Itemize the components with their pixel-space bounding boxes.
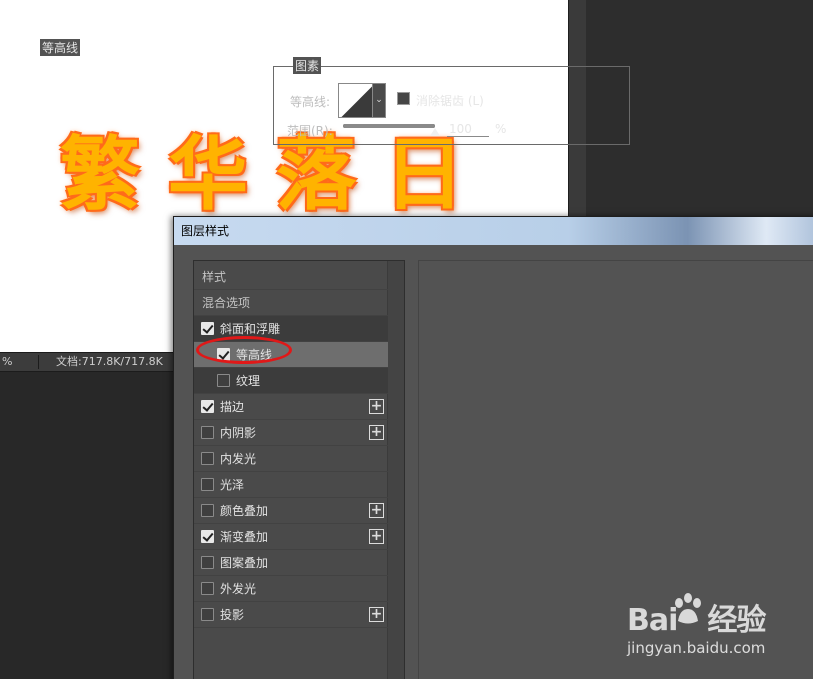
add-style-plus-icon[interactable]: + <box>369 399 384 414</box>
style-item-checkbox[interactable] <box>201 530 214 543</box>
style-item-label: 颜色叠加 <box>220 504 269 518</box>
style-item-13[interactable]: 外发光 <box>194 576 388 602</box>
section-title: 等高线 <box>40 39 81 56</box>
group-title: 图素 <box>293 57 322 74</box>
style-item-label: 样式 <box>202 270 227 284</box>
style-item-label: 光泽 <box>220 478 245 492</box>
antialias-label: 消除锯齿 (L) <box>416 94 484 108</box>
style-item-label: 外发光 <box>220 582 257 596</box>
range-slider[interactable] <box>343 124 440 136</box>
style-item-label: 图案叠加 <box>220 556 269 570</box>
style-item-checkbox[interactable] <box>217 374 230 387</box>
style-item-label: 描边 <box>220 400 245 414</box>
red-annotation-circle <box>196 336 292 364</box>
style-item-11[interactable]: 渐变叠加 + <box>194 524 388 550</box>
style-item-10[interactable]: 颜色叠加 + <box>194 498 388 524</box>
style-item-2[interactable]: 混合选项 <box>194 290 388 316</box>
style-item-label: 斜面和浮雕 <box>220 322 281 336</box>
range-label: 范围(R): <box>287 124 333 138</box>
add-style-plus-icon[interactable]: + <box>369 503 384 518</box>
document-size-readout[interactable]: 文档:717.8K/717.8K <box>56 353 163 371</box>
baidu-paw-icon <box>675 593 701 624</box>
style-item-6[interactable]: 描边 + <box>194 394 388 420</box>
style-item-checkbox[interactable] <box>201 582 214 595</box>
photoshop-workspace: 繁华落日 % 文档:717.8K/717.8K 图层样式 样式 混合选项 斜面和浮雕… <box>0 0 813 679</box>
add-style-plus-icon[interactable]: + <box>369 607 384 622</box>
style-item-label: 混合选项 <box>202 296 251 310</box>
watermark-url: jingyan.baidu.com <box>627 639 766 657</box>
antialias-checkbox[interactable] <box>397 92 410 105</box>
status-divider <box>38 355 39 369</box>
range-slider-thumb[interactable] <box>430 128 440 136</box>
style-item-label: 内阴影 <box>220 426 257 440</box>
style-item-9[interactable]: 光泽 <box>194 472 388 498</box>
baidu-jingyan-watermark: Bai 经验 jingyan.baidu.com <box>627 593 777 660</box>
contour-preview-thumbnail[interactable] <box>338 83 373 118</box>
status-bar: % 文档:717.8K/717.8K <box>0 352 175 372</box>
style-item-label: 投影 <box>220 608 245 622</box>
style-item-checkbox[interactable] <box>201 426 214 439</box>
contour-dropdown-chevron-icon[interactable]: ⌄ <box>373 83 386 118</box>
dialog-titlebar[interactable]: 图层样式 <box>174 217 813 245</box>
style-item-1[interactable]: 样式 <box>194 264 388 290</box>
styles-list-scrollbar[interactable] <box>387 261 404 679</box>
style-item-label: 渐变叠加 <box>220 530 269 544</box>
dialog-title: 图层样式 <box>181 224 230 238</box>
styles-list: 样式 混合选项 斜面和浮雕 等高线 纹理 描边 + 内阴影 + 内发光 光泽 颜色叠加 + 渐变叠加 + 图案… <box>193 260 405 679</box>
add-style-plus-icon[interactable]: + <box>369 529 384 544</box>
style-item-14[interactable]: 投影 + <box>194 602 388 628</box>
style-item-checkbox[interactable] <box>201 400 214 413</box>
style-item-checkbox[interactable] <box>201 478 214 491</box>
style-item-checkbox[interactable] <box>201 608 214 621</box>
range-value-input[interactable] <box>447 121 489 137</box>
style-item-checkbox[interactable] <box>201 504 214 517</box>
style-item-7[interactable]: 内阴影 + <box>194 420 388 446</box>
zoom-readout[interactable]: % <box>2 353 12 371</box>
style-item-checkbox[interactable] <box>201 452 214 465</box>
style-item-checkbox[interactable] <box>201 556 214 569</box>
range-slider-fill <box>343 124 435 128</box>
style-item-12[interactable]: 图案叠加 <box>194 550 388 576</box>
style-item-8[interactable]: 内发光 <box>194 446 388 472</box>
contour-label: 等高线: <box>290 95 331 109</box>
style-item-label: 纹理 <box>236 374 261 388</box>
add-style-plus-icon[interactable]: + <box>369 425 384 440</box>
style-item-checkbox[interactable] <box>201 322 214 335</box>
range-unit: % <box>495 122 507 136</box>
style-item-label: 内发光 <box>220 452 257 466</box>
style-item-5[interactable]: 纹理 <box>194 368 388 394</box>
